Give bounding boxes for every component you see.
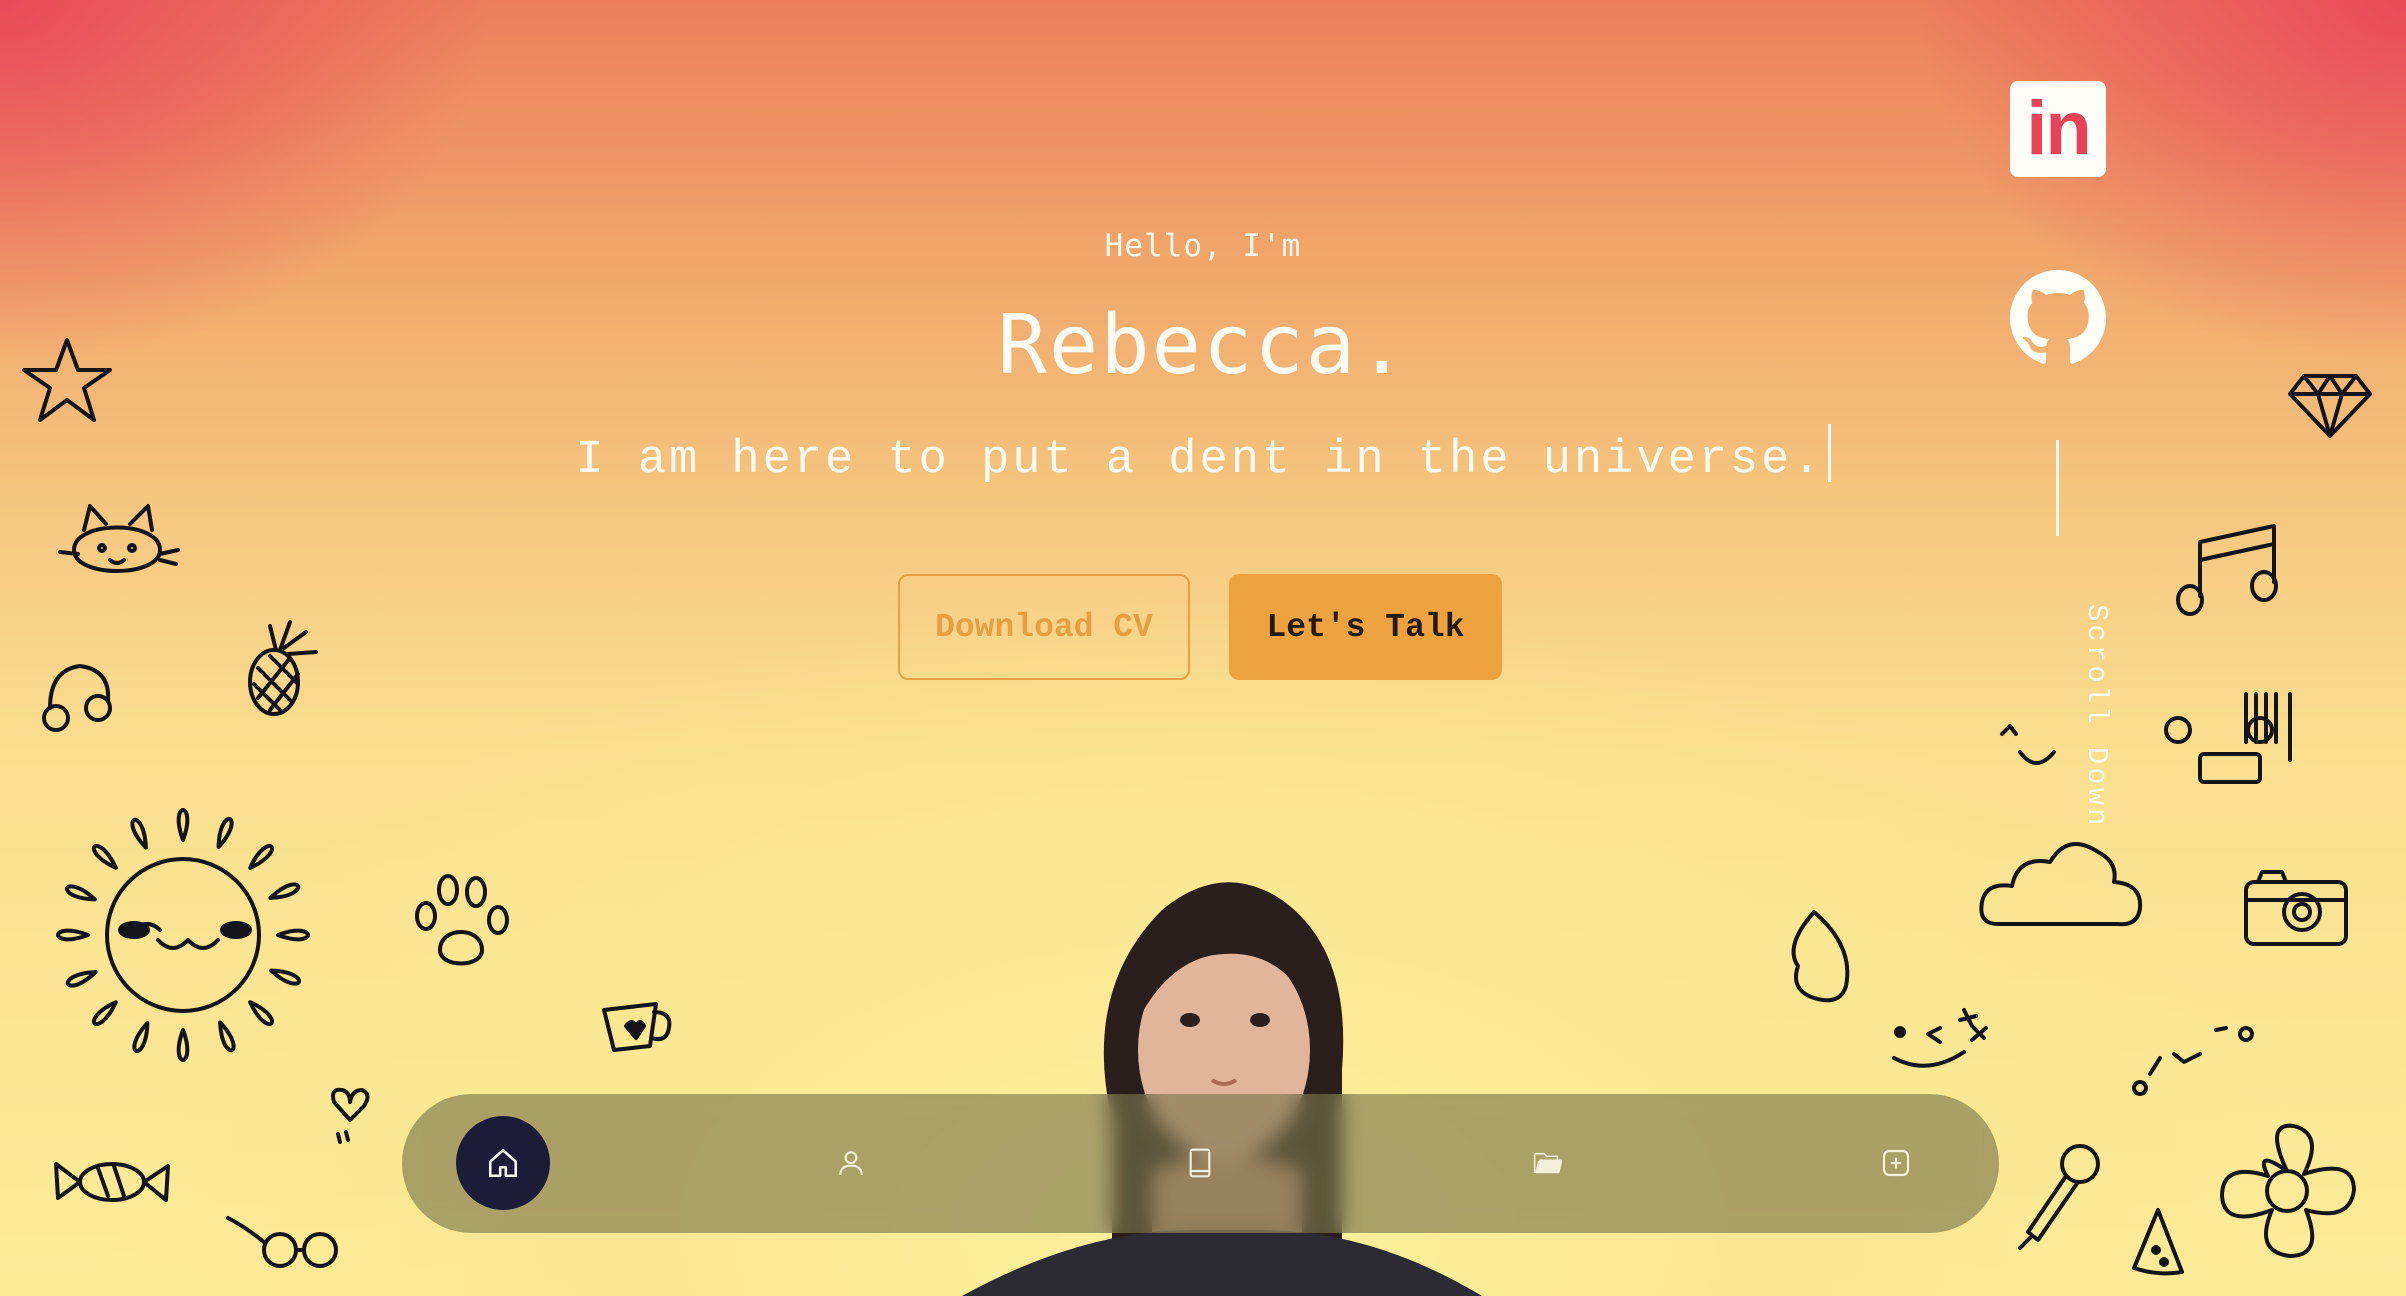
nav-portfolio[interactable] (1501, 1116, 1595, 1210)
typing-caret (1827, 424, 1831, 482)
scroll-divider (2056, 440, 2059, 536)
nav-experience[interactable] (1153, 1116, 1247, 1210)
github-icon[interactable] (2010, 270, 2106, 366)
hero-greeting: Hello, I'm (1104, 228, 1302, 264)
nav-contact[interactable] (1849, 1116, 1943, 1210)
lets-talk-button[interactable]: Let's Talk (1229, 574, 1502, 680)
download-cv-button[interactable]: Download CV (898, 574, 1190, 680)
book-icon (1189, 1148, 1211, 1178)
tagline-text: I am here to put a dent in the universe. (575, 434, 1824, 487)
plus-square-icon (1882, 1149, 1910, 1177)
home-icon (488, 1148, 518, 1178)
folder-icon (1533, 1152, 1563, 1174)
linkedin-label: in (2026, 86, 2092, 171)
hero-tagline: I am here to put a dent in the universe. (0, 424, 2406, 487)
scroll-down-link[interactable]: Scroll Down (2080, 604, 2113, 828)
user-icon (839, 1151, 863, 1176)
nav-home[interactable] (456, 1116, 550, 1210)
nav-about[interactable] (804, 1116, 898, 1210)
linkedin-icon[interactable]: in (2010, 81, 2106, 177)
bottom-navbar (402, 1094, 1999, 1233)
